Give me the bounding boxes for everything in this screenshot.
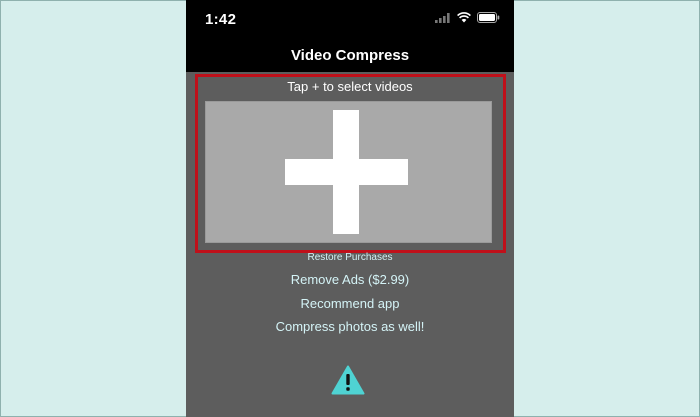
page-title: Video Compress xyxy=(290,46,410,64)
restore-purchases-link[interactable]: Restore Purchases xyxy=(186,252,514,263)
select-videos-prompt: Tap + to select videos xyxy=(287,79,413,94)
recommend-app-link[interactable]: Recommend app xyxy=(186,296,514,311)
phone-screen: 1:42 Video Compress Tap + to select vide… xyxy=(186,0,514,417)
compress-photos-link[interactable]: Compress photos as well! xyxy=(186,319,514,334)
remove-ads-link[interactable]: Remove Ads ($2.99) xyxy=(186,272,514,287)
status-bar: 1:42 xyxy=(186,0,514,38)
status-icons xyxy=(435,12,500,23)
nav-bar: Video Compress xyxy=(186,38,514,72)
status-time: 1:42 xyxy=(205,11,237,28)
plus-icon-bar[interactable] xyxy=(285,159,408,185)
battery-icon xyxy=(477,12,500,23)
warning-icon[interactable] xyxy=(331,365,365,395)
wifi-icon xyxy=(457,12,471,23)
cellular-signal-icon xyxy=(435,12,450,23)
